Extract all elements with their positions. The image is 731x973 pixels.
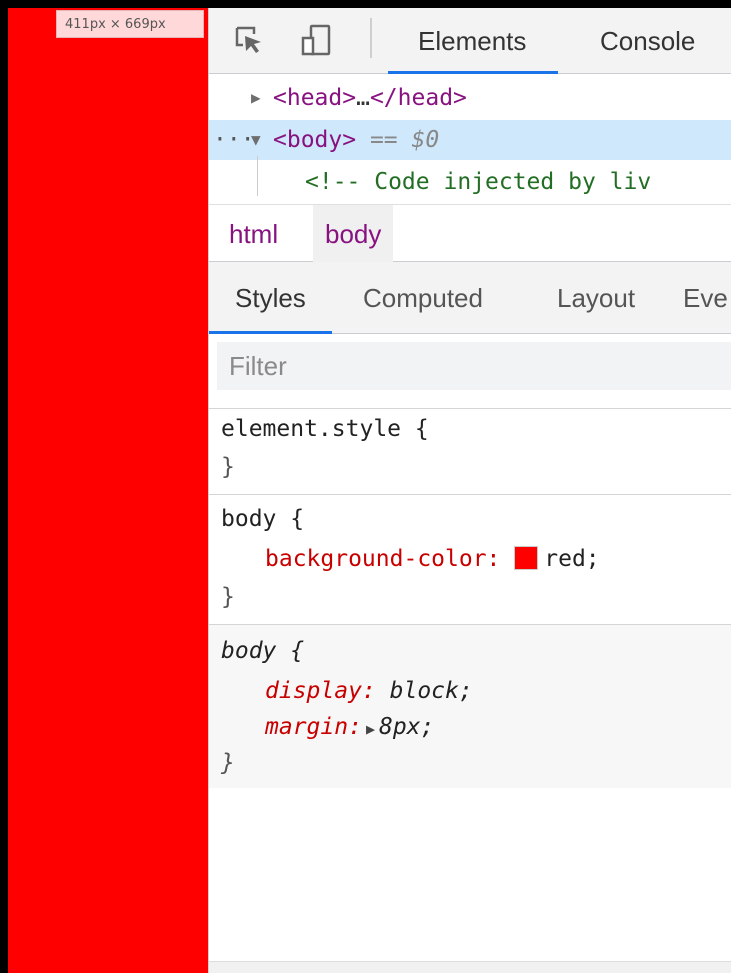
declaration-background-color[interactable]: background-color: red;: [265, 541, 600, 577]
breadcrumb-body[interactable]: body: [313, 205, 394, 263]
declaration-margin: margin: ▶ 8px;: [265, 709, 434, 745]
rule-close-brace: }: [221, 750, 235, 776]
property-name: margin:: [265, 714, 362, 740]
dom-node-comment[interactable]: <!-- Code injected by liv: [209, 162, 731, 202]
head-close-tag: </head>: [369, 85, 467, 111]
head-ellipsis: …: [356, 85, 370, 111]
property-value[interactable]: red;: [544, 546, 599, 572]
rule-element-style: element.style { }: [209, 408, 731, 494]
rule-selector: body {: [221, 638, 305, 664]
rule-body-user-agent: body { display: block; margin: ▶ 8px; }: [209, 624, 731, 788]
tab-styles[interactable]: Styles: [209, 262, 332, 334]
property-name: display:: [265, 678, 376, 704]
dom-node-head[interactable]: ▶ <head>…</head>: [209, 78, 731, 118]
color-swatch[interactable]: [514, 546, 539, 570]
page-viewport: [8, 8, 208, 973]
comment-text: <!-- Code injected by liv: [305, 169, 652, 195]
property-value: 8px;: [378, 714, 435, 740]
expand-shorthand-icon[interactable]: ▶: [366, 720, 375, 738]
breadcrumb: html body: [209, 204, 731, 263]
tab-computed[interactable]: Computed: [363, 262, 483, 334]
more-actions-icon[interactable]: ···: [213, 120, 255, 160]
property-name[interactable]: background-color:: [265, 546, 500, 572]
device-toolbar-icon[interactable]: [297, 20, 337, 60]
rule-selector[interactable]: body {: [221, 501, 304, 537]
dom-node-body[interactable]: ··· ▼ <body> == $0: [209, 120, 731, 160]
toolbar-separator: [370, 18, 372, 58]
viewport-dimension-badge: 411px × 669px: [56, 10, 204, 38]
head-open-tag: <head>: [273, 85, 357, 111]
expand-arrow-icon[interactable]: ▶: [251, 78, 261, 118]
collapse-arrow-icon[interactable]: ▼: [251, 120, 261, 160]
rule-selector[interactable]: element.style {: [221, 411, 429, 447]
tab-layout[interactable]: Layout: [557, 262, 635, 334]
styles-filter-input[interactable]: [217, 342, 731, 390]
tab-event-listeners[interactable]: Eve: [683, 262, 728, 334]
devtools-toolbar: Elements Console: [209, 8, 731, 74]
horizontal-scrollbar[interactable]: [209, 961, 731, 973]
filter-bar: [209, 334, 731, 402]
rule-close-brace: }: [221, 454, 235, 480]
inspect-element-icon[interactable]: [229, 20, 269, 60]
rule-body-author: body { background-color: red; }: [209, 494, 731, 624]
property-value: block;: [389, 678, 473, 704]
body-open-tag: <body>: [273, 127, 357, 153]
tab-console[interactable]: Console: [600, 8, 695, 74]
breadcrumb-html[interactable]: html: [217, 205, 290, 263]
dom-tree: ▶ <head>…</head> ··· ▼ <body> == $0 <!--…: [209, 74, 731, 204]
declaration-display: display: block;: [265, 673, 473, 709]
selected-node-marker: == $0: [369, 127, 440, 153]
styles-subtabs: Styles Computed Layout Eve: [209, 262, 731, 334]
rule-close-brace: }: [221, 584, 235, 610]
tab-elements[interactable]: Elements: [387, 8, 559, 74]
devtools-panel: Elements Console ▶ <head>…</head> ··· ▼ …: [208, 8, 731, 973]
